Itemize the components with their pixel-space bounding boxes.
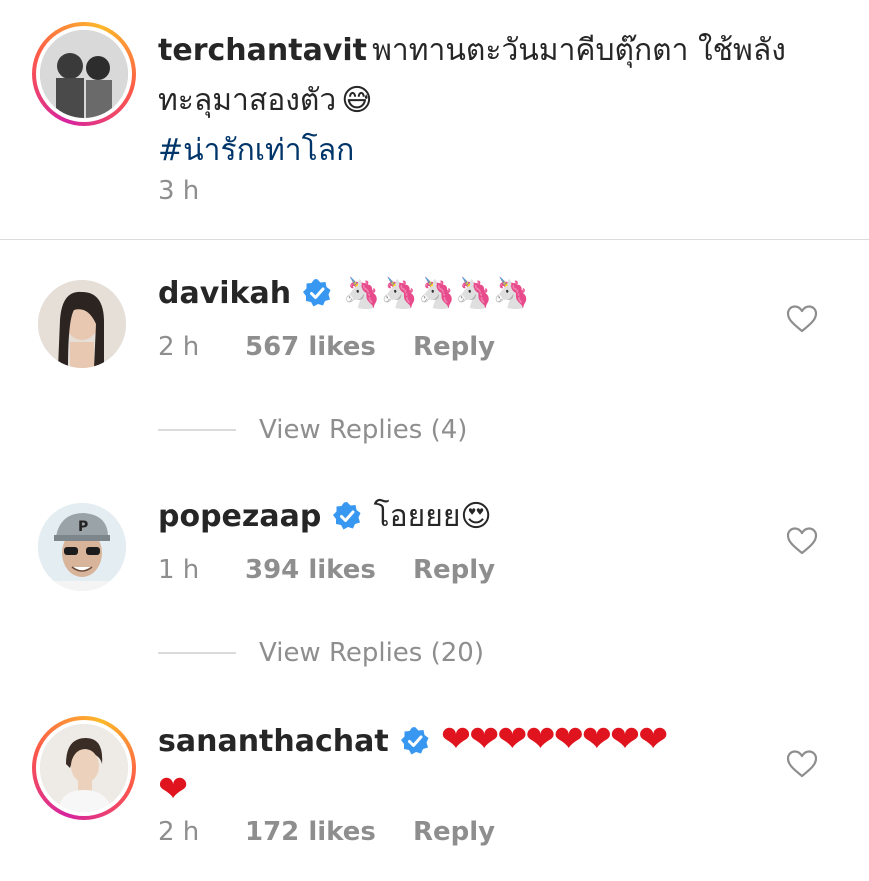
heart-outline-icon[interactable]: [786, 304, 818, 334]
comment-text-heart: ❤: [158, 769, 188, 810]
svg-text:P: P: [78, 519, 88, 535]
avatar-image: [40, 724, 128, 812]
comment-likes[interactable]: 172 likes: [245, 817, 376, 847]
heart-outline-icon[interactable]: [786, 749, 818, 779]
comment-username[interactable]: popezaap: [158, 499, 321, 534]
caption-text: terchantavit พาทานตะวันมาคีบตุ๊กตา ใช้พล…: [158, 28, 848, 178]
comment-body: davikah 🦄🦄🦄🦄🦄: [158, 274, 530, 318]
avatar-image: [38, 280, 126, 368]
caption-line1: พาทานตะวันมาคีบตุ๊กตา ใช้พลัง: [372, 33, 786, 68]
avatar-image: [40, 30, 128, 118]
reply-button[interactable]: Reply: [413, 555, 495, 585]
caption-hashtag[interactable]: #น่ารักเท่าโลก: [158, 133, 354, 168]
avatar[interactable]: P: [38, 503, 126, 591]
story-ring[interactable]: [32, 716, 136, 820]
avatar[interactable]: [38, 280, 126, 368]
comment-text-hearts: ❤❤❤❤❤❤❤❤: [440, 719, 668, 760]
caption-username[interactable]: terchantavit: [158, 33, 367, 68]
comment-body: popezaap โอยยย😍: [158, 497, 492, 541]
heart-outline-icon[interactable]: [786, 526, 818, 556]
comment-body: sananthachat ❤❤❤❤❤❤❤❤ ❤: [158, 718, 778, 818]
comment-text: โอยยย😍: [373, 499, 492, 534]
verified-badge-icon: [400, 727, 429, 755]
view-replies-button[interactable]: View Replies (4): [259, 415, 467, 445]
comment-likes[interactable]: 394 likes: [245, 555, 376, 585]
divider: [0, 239, 869, 240]
story-ring[interactable]: [32, 22, 136, 126]
comment-time: 2 h: [158, 332, 200, 362]
caption-line2: ทะลุมาสองตัว: [158, 83, 337, 118]
view-replies-line: [158, 652, 236, 654]
sweat-smile-emoji: 😅: [341, 83, 373, 118]
comment-text: 🦄🦄🦄🦄🦄: [343, 276, 531, 311]
comment-likes[interactable]: 567 likes: [245, 332, 376, 362]
comment-time: 2 h: [158, 817, 200, 847]
comment-time: 1 h: [158, 555, 200, 585]
comment-username[interactable]: sananthachat: [158, 724, 389, 759]
verified-badge-icon: [303, 279, 331, 307]
avatar[interactable]: [40, 30, 128, 118]
reply-button[interactable]: Reply: [413, 817, 495, 847]
reply-button[interactable]: Reply: [413, 332, 495, 362]
view-replies-line: [158, 429, 236, 431]
avatar[interactable]: [40, 724, 128, 812]
verified-badge-icon: [333, 502, 361, 530]
view-replies-button[interactable]: View Replies (20): [259, 638, 484, 668]
comment-username[interactable]: davikah: [158, 276, 291, 311]
avatar-image: P: [38, 503, 126, 591]
caption-time: 3 h: [158, 176, 200, 206]
